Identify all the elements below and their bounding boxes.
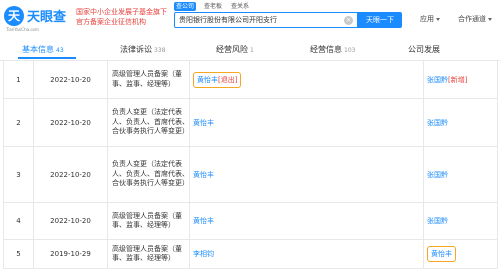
tab-operation[interactable]: 经营信息 103 xyxy=(310,43,355,57)
clear-icon[interactable]: × xyxy=(344,16,353,25)
before-value: 黄怡丰 xyxy=(189,146,424,203)
table-row: 1 2022-10-20 高级管理人员备案（董事、监事、经理等） 黄怡丰[退出]… xyxy=(3,60,498,99)
after-value: 张国黔 xyxy=(423,146,498,203)
logo-subtext: TianYanCha.com xyxy=(6,27,39,32)
person-link[interactable]: 张国黔 xyxy=(427,217,448,225)
person-link[interactable]: 张国黔 xyxy=(427,76,448,84)
nav-partner-menu[interactable]: 合作通道 xyxy=(458,14,492,25)
before-value: 黄怡丰[退出] xyxy=(189,60,424,99)
table-row: 3 2022-10-20 负责人变更（法定代表人、负责人、首席代表、合伙事务执行… xyxy=(3,146,498,203)
search-input[interactable]: 贵阳银行股份有限公司开阳支行 × xyxy=(174,12,358,28)
change-date: 2022-10-20 xyxy=(33,202,108,240)
logo-text: 天眼查 xyxy=(27,10,67,25)
change-item: 高级管理人员备案（董事、监事、经理等） xyxy=(107,239,190,269)
search-button[interactable]: 天眼一下 xyxy=(358,12,402,28)
tab-risk[interactable]: 经营风险 1 xyxy=(216,43,254,57)
tab-count: 43 xyxy=(56,47,64,54)
before-value: 李相钧 xyxy=(189,239,424,269)
table-row: 2 2022-10-20 负责人变更（法定代表人、负责人、首席代表、合伙事务执行… xyxy=(3,98,498,147)
tab-count: 103 xyxy=(344,47,356,54)
highlight-box: 黄怡丰[退出] xyxy=(193,71,242,88)
nav-app-menu[interactable]: 应用 xyxy=(420,14,440,25)
change-date: 2022-10-20 xyxy=(33,146,108,203)
search-tab-company[interactable]: 查公司 xyxy=(174,2,197,11)
person-link[interactable]: 黄怡丰 xyxy=(193,217,214,225)
nav-partner-label: 合作通道 xyxy=(458,15,486,23)
person-link[interactable]: 张国黔 xyxy=(427,119,448,127)
person-link[interactable]: 李相钧 xyxy=(193,250,214,258)
tab-count: 338 xyxy=(154,47,166,54)
row-index: 4 xyxy=(3,202,34,240)
tab-label: 法律诉讼 xyxy=(120,45,152,54)
person-link[interactable]: 黄怡丰 xyxy=(193,119,214,127)
search-tab-boss[interactable]: 查老板 xyxy=(204,2,222,11)
new-tag: [新增] xyxy=(448,75,468,84)
tab-count: 1 xyxy=(250,47,254,54)
change-records-table: 1 2022-10-20 高级管理人员备案（董事、监事、经理等） 黄怡丰[退出]… xyxy=(3,60,498,269)
change-date: 2022-10-20 xyxy=(33,60,108,99)
exit-tag: [退出] xyxy=(218,75,238,84)
row-index: 2 xyxy=(3,98,34,147)
chevron-down-icon xyxy=(488,17,492,21)
after-value: 张国黔[新增] xyxy=(423,60,498,99)
table-row: 4 2022-10-20 高级管理人员备案（董事、监事、经理等） 黄怡丰 张国黔 xyxy=(3,202,498,240)
row-index: 3 xyxy=(3,146,34,203)
tab-basic-info[interactable]: 基本信息 43 xyxy=(22,43,64,57)
header: 天 天眼查 TianYanCha.com 国家中小企业发展子基金旗下 官方备案企… xyxy=(0,0,500,38)
chevron-down-icon xyxy=(436,17,440,21)
person-link[interactable]: 黄怡丰 xyxy=(197,76,218,84)
tab-development[interactable]: 公司发展 xyxy=(408,43,442,57)
active-tab-indicator xyxy=(18,57,76,59)
change-date: 2022-10-20 xyxy=(33,98,108,147)
person-link[interactable]: 黄怡丰 xyxy=(193,171,214,179)
highlight-box: 黄怡丰 xyxy=(427,246,456,262)
search-input-value: 贵阳银行股份有限公司开阳支行 xyxy=(179,16,277,24)
before-value: 黄怡丰 xyxy=(189,202,424,240)
section-tabs: 基本信息 43 法律诉讼 338 经营风险 1 经营信息 103 公司发展 xyxy=(0,40,500,61)
tab-legal[interactable]: 法律诉讼 338 xyxy=(120,43,165,57)
tab-label: 经营信息 xyxy=(310,45,342,54)
after-value: 张国黔 xyxy=(423,98,498,147)
table-row: 5 2019-10-29 高级管理人员备案（董事、监事、经理等） 李相钧 黄怡丰 xyxy=(3,239,498,269)
row-index: 5 xyxy=(3,239,34,269)
search-tab-relation[interactable]: 查关系 xyxy=(231,2,249,11)
person-link[interactable]: 张国黔 xyxy=(427,171,448,179)
change-item: 负责人变更（法定代表人、负责人、首席代表、合伙事务执行人等变更） xyxy=(107,146,190,203)
tab-label: 经营风险 xyxy=(216,45,248,54)
after-value: 张国黔 xyxy=(423,202,498,240)
tab-label: 基本信息 xyxy=(22,45,54,54)
change-item: 负责人变更（法定代表人、负责人、首席代表、合伙事务执行人等变更） xyxy=(107,98,190,147)
change-date: 2019-10-29 xyxy=(33,239,108,269)
change-item: 高级管理人员备案（董事、监事、经理等） xyxy=(107,202,190,240)
change-item: 高级管理人员备案（董事、监事、经理等） xyxy=(107,60,190,99)
row-index: 1 xyxy=(3,60,34,99)
tab-label: 公司发展 xyxy=(408,45,440,54)
logo-icon: 天 xyxy=(4,6,24,26)
before-value: 黄怡丰 xyxy=(189,98,424,147)
nav-app-label: 应用 xyxy=(420,15,434,23)
person-link[interactable]: 黄怡丰 xyxy=(431,250,452,258)
after-value: 黄怡丰 xyxy=(423,239,498,269)
